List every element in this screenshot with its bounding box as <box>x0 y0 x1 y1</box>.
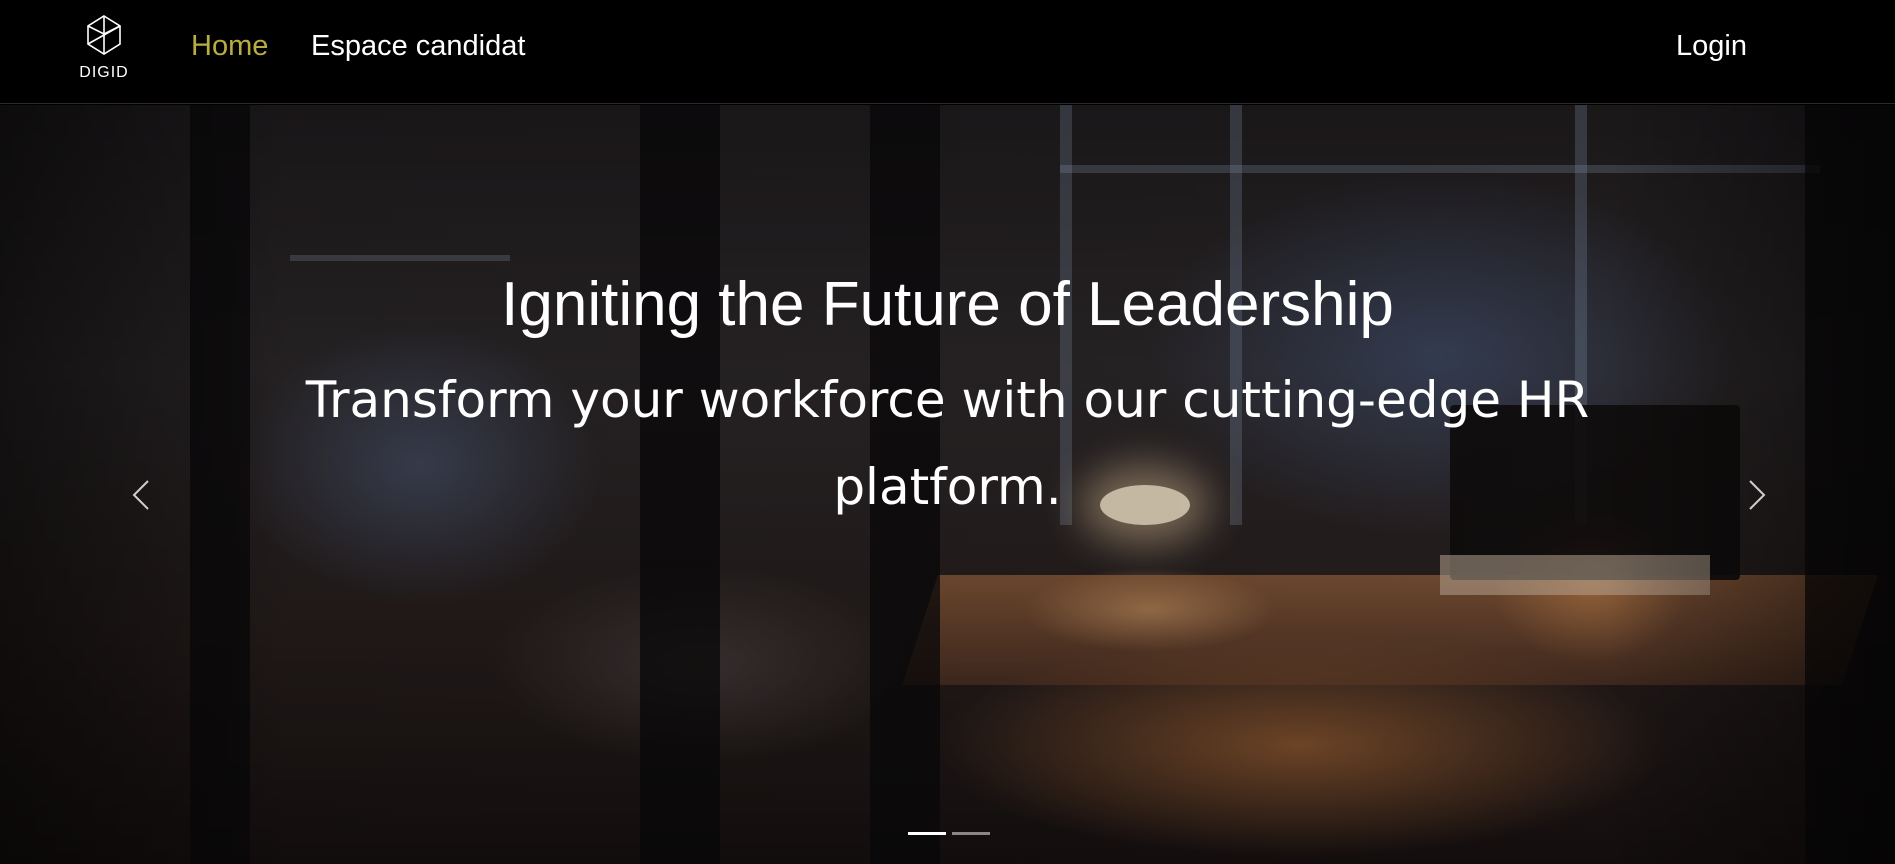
logo-text: DIGID <box>79 64 129 81</box>
cube-logo-icon <box>87 15 121 55</box>
carousel-indicator-2[interactable] <box>952 832 990 835</box>
carousel-prev-button[interactable] <box>122 465 162 525</box>
chevron-left-icon <box>132 480 149 510</box>
hero-carousel: Igniting the Future of Leadership Transf… <box>0 105 1895 864</box>
navbar: DIGID Home Espace candidat Login <box>0 0 1895 104</box>
nav-home-link[interactable]: Home <box>191 30 268 63</box>
hero-subtitle: Transform your workforce with our cuttin… <box>305 371 1590 516</box>
carousel-next-button[interactable] <box>1736 465 1776 525</box>
nav-espace-candidat-link[interactable]: Espace candidat <box>311 30 525 63</box>
brand-logo[interactable]: DIGID <box>78 14 130 86</box>
nav-login-link[interactable]: Login <box>1676 30 1747 63</box>
carousel-indicator-1[interactable] <box>908 832 946 835</box>
hero-title: Igniting the Future of Leadership <box>501 270 1394 339</box>
chevron-right-icon <box>1749 480 1766 510</box>
